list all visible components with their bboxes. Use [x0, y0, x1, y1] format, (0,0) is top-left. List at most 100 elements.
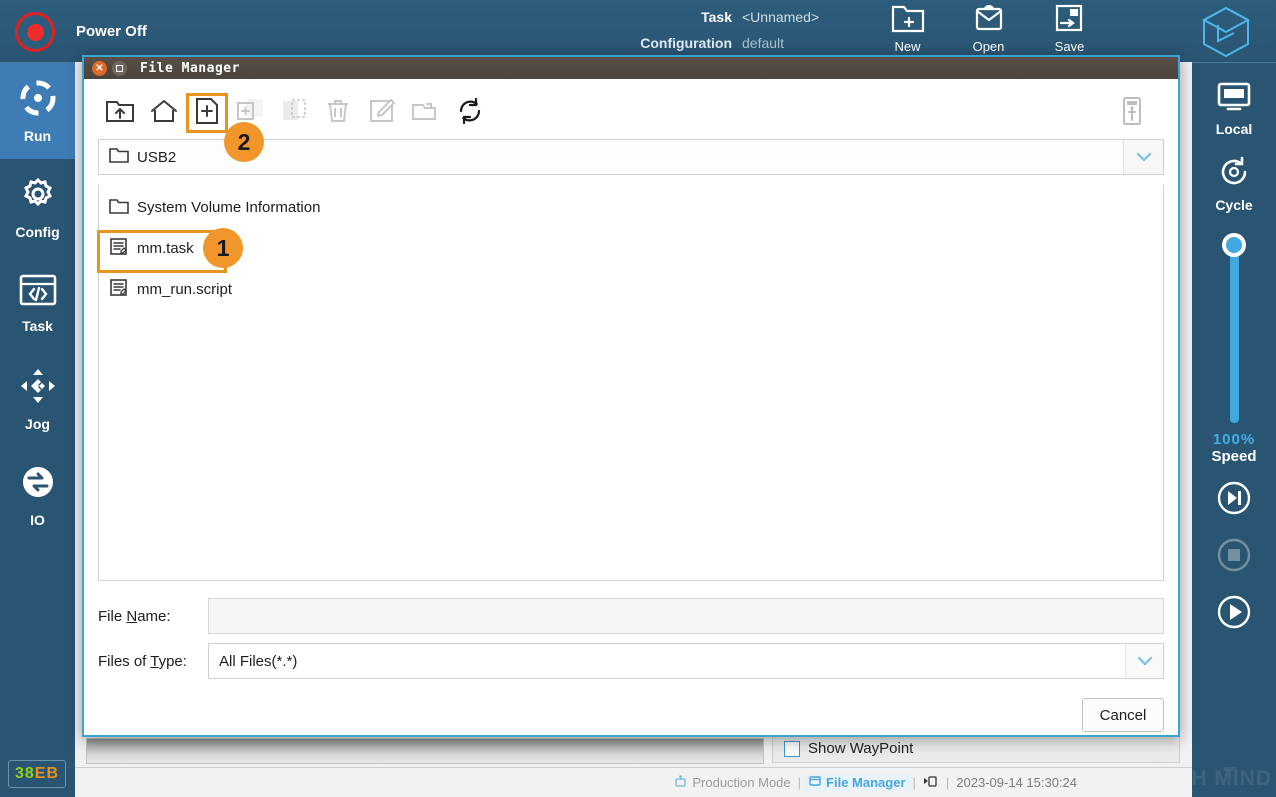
close-icon[interactable]: ✕: [92, 60, 107, 76]
file-type-label: Files of Type:: [98, 652, 187, 670]
app-root: TECH MIND Power Off Task <Unnamed> Confi…: [0, 0, 1276, 797]
open-folder-icon: [411, 97, 441, 130]
step-forward-button[interactable]: [1215, 479, 1253, 522]
robot-icon: [673, 774, 688, 792]
marker-2: 2: [224, 122, 264, 162]
list-item[interactable]: mm.task: [97, 228, 1163, 273]
dialog-titlebar[interactable]: ✕ ◻ File Manager: [84, 57, 1178, 79]
local-mode-button[interactable]: Local: [1192, 81, 1276, 137]
new-button-label: New: [894, 39, 921, 54]
usb-device-icon: [1121, 96, 1143, 131]
cycle-refresh-icon: [1215, 155, 1253, 194]
production-mode-indicator: Production Mode: [668, 774, 795, 792]
folder-up-icon: [105, 97, 135, 130]
home-button[interactable]: [142, 93, 186, 133]
rename-button[interactable]: [360, 93, 404, 133]
status-badge: 38 EB: [8, 760, 66, 788]
file-form: File Name: Files of Type: All Files(*.*): [98, 597, 1164, 680]
play-button[interactable]: [1215, 593, 1253, 636]
list-item[interactable]: System Volume Information: [99, 187, 1163, 228]
speed-slider-knob[interactable]: [1222, 233, 1246, 257]
active-window-indicator[interactable]: File Manager: [803, 774, 911, 791]
usb-device-button[interactable]: [1110, 93, 1154, 133]
open-button[interactable]: Open: [961, 2, 1016, 54]
monitor-icon: [1215, 81, 1253, 118]
configuration-key: Configuration: [640, 35, 732, 51]
dialog-title: File Manager: [140, 60, 240, 76]
show-waypoint-label: Show WayPoint: [808, 740, 914, 757]
marker-1: 1: [203, 228, 243, 268]
play-triangle-icon: [1215, 595, 1253, 635]
paste-icon: [279, 97, 309, 130]
save-button[interactable]: Save: [1042, 2, 1097, 54]
status-bar: Production Mode | File Manager | | 2023-…: [75, 767, 1192, 797]
file-type-select[interactable]: All Files(*.*): [208, 643, 1164, 679]
left-sidebar: Run Config Task Jog IO: [0, 62, 75, 767]
gear-icon: [18, 174, 58, 219]
sidebar-item-config[interactable]: Config: [0, 159, 75, 255]
io-exchange-icon: [18, 462, 58, 507]
new-button[interactable]: New: [880, 2, 935, 54]
cancel-button[interactable]: Cancel: [1082, 698, 1164, 732]
status-separator: |: [945, 775, 950, 790]
sidebar-item-run-label: Run: [23, 128, 52, 144]
list-item[interactable]: mm_run.script: [99, 269, 1163, 310]
local-mode-label: Local: [1215, 121, 1253, 137]
file-name-input[interactable]: [208, 598, 1164, 634]
speed-slider-track: [1229, 241, 1239, 423]
open-button-label: Open: [972, 39, 1005, 54]
step-forward-icon: [1215, 481, 1253, 521]
show-waypoint-checkbox[interactable]: [784, 741, 800, 757]
dialog-actions: Cancel: [98, 698, 1164, 732]
chevron-down-icon[interactable]: [1123, 140, 1163, 174]
move-arrows-icon: [18, 366, 58, 411]
folder-icon: [109, 197, 129, 219]
stop-button[interactable]: [1215, 536, 1253, 579]
home-icon: [149, 97, 179, 130]
paste-button[interactable]: [272, 93, 316, 133]
sidebar-item-task[interactable]: Task: [0, 255, 75, 351]
file-type-row: Files of Type: All Files(*.*): [98, 642, 1164, 680]
list-item-label: mm.task: [137, 240, 194, 257]
script-file-icon: [109, 278, 129, 302]
sidebar-item-run[interactable]: Run: [0, 63, 75, 159]
status-badge-part2: EB: [34, 765, 60, 782]
task-value: <Unnamed>: [742, 9, 820, 25]
status-separator: |: [912, 775, 916, 790]
trash-icon: [324, 97, 352, 130]
parent-directory-button[interactable]: [98, 93, 142, 133]
edit-pencil-icon: [368, 97, 396, 130]
folder-icon: [109, 146, 129, 169]
power-off-button[interactable]: [15, 12, 55, 52]
sidebar-item-jog-label: Jog: [25, 416, 50, 432]
task-file-icon: [109, 237, 129, 261]
open-envelope-icon: [971, 2, 1007, 36]
file-list[interactable]: System Volume Information mm.task mm_run…: [97, 185, 1164, 581]
new-file-button[interactable]: [186, 93, 228, 133]
path-value: USB2: [137, 148, 177, 166]
file-name-row: File Name:: [98, 597, 1164, 635]
top-action-buttons: New Open Save: [880, 2, 1097, 54]
cycle-mode-label: Cycle: [1215, 197, 1253, 213]
status-separator: |: [797, 775, 802, 790]
stop-square-icon: [1215, 538, 1253, 578]
cube-logo-icon: [1200, 5, 1252, 64]
maximize-icon[interactable]: ◻: [112, 60, 127, 76]
network-icon: [923, 774, 939, 792]
task-key: Task: [701, 9, 732, 25]
run-target-icon: [18, 78, 58, 123]
speed-slider[interactable]: [1219, 233, 1249, 423]
window-icon: [808, 774, 822, 791]
open-folder-button[interactable]: [404, 93, 448, 133]
sidebar-item-task-label: Task: [22, 318, 53, 334]
file-name-label: File Name:: [98, 607, 171, 625]
sidebar-item-io[interactable]: IO: [0, 447, 75, 543]
cycle-mode-button[interactable]: Cycle: [1192, 155, 1276, 213]
refresh-button[interactable]: [448, 93, 492, 133]
delete-button[interactable]: [316, 93, 360, 133]
chevron-down-icon[interactable]: [1125, 644, 1163, 678]
new-file-plus-icon: [194, 97, 220, 130]
save-disk-icon: [1052, 2, 1088, 36]
right-panel: Local Cycle 100% Speed: [1192, 62, 1276, 767]
sidebar-item-jog[interactable]: Jog: [0, 351, 75, 447]
